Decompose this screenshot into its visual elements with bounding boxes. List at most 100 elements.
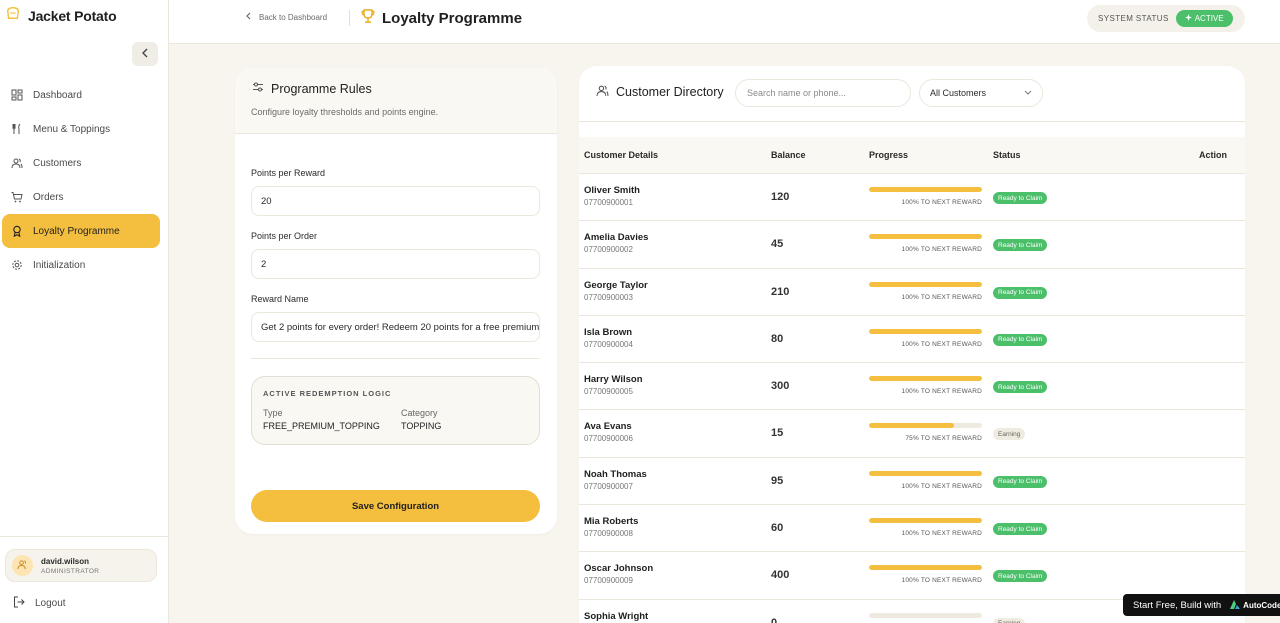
table-row[interactable]: Noah Thomas 07700900007 95 100% TO NEXT REW… (579, 458, 1245, 506)
customer-name: Noah Thomas (584, 468, 647, 480)
brand-name: Jacket Potato (28, 7, 117, 24)
search-input[interactable]: Search name or phone... (735, 79, 911, 107)
save-configuration-button[interactable]: Save Configuration (251, 490, 540, 522)
customer-filter-select[interactable]: All Customers (919, 79, 1043, 107)
sidebar-item-orders[interactable]: Orders (2, 180, 160, 214)
customer-balance: 400 (771, 569, 790, 582)
status-badge: Ready to Claim (993, 570, 1048, 583)
sidebar-item-customers[interactable]: Customers (2, 146, 160, 180)
progress-label: 100% TO NEXT REWARD (901, 199, 982, 206)
reward-name-label: Reward Name (251, 294, 309, 304)
table-row[interactable]: Ava Evans 07700900006 15 75% TO NEXT REWARD… (579, 410, 1245, 458)
reward-name-input[interactable]: Get 2 points for every order! Redeem 20 … (251, 312, 540, 342)
category-value: TOPPING (401, 421, 442, 431)
progress-bar-fill (869, 470, 982, 476)
progress-label: 100% TO NEXT REWARD (901, 388, 982, 396)
status-badge: Ready to Claim (993, 475, 1048, 488)
brand[interactable]: Jacket Potato (6, 6, 117, 25)
table-row[interactable]: Isla Brown 07700900004 80 100% TO NEXT REWA… (579, 316, 1245, 364)
sidebar-item-label: Loyalty Programme (33, 225, 120, 237)
progress-label: 75% TO NEXT REWARD (905, 435, 982, 443)
customer-phone: 07700900006 (584, 434, 633, 444)
status-badge: Ready to Claim (993, 523, 1048, 536)
system-status-value: ACTIVE (1194, 14, 1224, 23)
trophy-icon (360, 8, 376, 28)
progress-bar-fill (869, 423, 954, 429)
points-per-reward-input[interactable]: 20 (251, 186, 540, 216)
type-value: FREE_PREMIUM_TOPPING (263, 421, 380, 431)
sidebar-item-dashboard[interactable]: Dashboard (2, 78, 160, 112)
sidebar-divider (0, 536, 169, 537)
sidebar-item-menu-toppings[interactable]: Menu & Toppings (2, 112, 160, 146)
rules-divider (251, 358, 540, 359)
promo-brand-name: AutoCode (1243, 600, 1280, 610)
chevron-left-icon (245, 12, 251, 22)
sidebar-nav: Dashboard Menu & Toppings Customers Orde… (0, 78, 169, 282)
programme-rules-card: Programme Rules Configure loyalty thresh… (235, 68, 557, 534)
table-row[interactable]: George Taylor 07700900003 210 100% TO NEXT … (579, 269, 1245, 316)
customer-directory-header: Customer Directory Search name or phone.… (579, 66, 1245, 121)
table-row[interactable]: Mia Roberts 07700900008 60 100% TO NEXT REW… (579, 505, 1245, 553)
customer-balance: 60 (771, 522, 784, 535)
customer-directory-card: Customer Directory Search name or phone.… (579, 66, 1245, 623)
user-card[interactable]: david.wilson ADMINISTRATOR (5, 549, 157, 582)
progress-bar (869, 470, 982, 476)
directory-divider (579, 121, 1245, 122)
programme-rules-header: Programme Rules Configure loyalty thresh… (235, 68, 557, 134)
back-to-dashboard-link[interactable]: Back to Dashboard (245, 12, 327, 22)
progress-label: 100% TO NEXT REWARD (901, 340, 982, 348)
programme-rules-subtitle: Configure loyalty thresholds and points … (251, 107, 439, 117)
customer-name: Isla Brown (584, 326, 633, 338)
table-row[interactable]: Amelia Davies 07700900002 45 100% TO NEXT R… (579, 221, 1245, 269)
customer-name: Mia Roberts (584, 516, 639, 528)
potato-logo-icon (6, 6, 20, 25)
customer-phone: 07700900001 (584, 198, 633, 207)
progress-bar (869, 423, 982, 429)
avatar (12, 555, 33, 576)
progress-bar-fill (869, 518, 982, 524)
table-row[interactable]: Oliver Smith 07700900001 120 100% TO NEXT R… (579, 174, 1245, 222)
column-header-balance: Balance (771, 150, 806, 160)
sidebar-item-initialization[interactable]: Initialization (2, 248, 160, 282)
customer-phone: 07700900003 (584, 292, 633, 302)
status-badge: Ready to Claim (993, 381, 1048, 394)
customer-balance: 45 (771, 238, 784, 251)
table-row[interactable]: Harry Wilson 07700900005 300 100% TO NEXT R… (579, 363, 1245, 411)
status-badge: Earning (993, 617, 1026, 623)
users-icon (596, 84, 609, 100)
customer-phone: 07700900004 (584, 339, 633, 349)
progress-bar-fill (869, 328, 982, 334)
points-per-order-input[interactable]: 2 (251, 249, 540, 279)
system-status: SYSTEM STATUS ACTIVE (1087, 5, 1245, 32)
progress-label: 100% TO NEXT REWARD (901, 530, 982, 538)
page-title: Loyalty Programme (360, 8, 522, 28)
customer-name: George Taylor (584, 279, 648, 291)
customer-name: Ava Evans (584, 421, 632, 433)
customer-phone: 07700900002 (584, 245, 633, 255)
progress-label: 100% TO NEXT REWARD (901, 577, 982, 585)
progress-bar (869, 328, 982, 334)
customer-directory-title: Customer Directory (596, 84, 724, 100)
sidebar-item-label: Dashboard (33, 89, 82, 101)
progress-bar (869, 612, 982, 618)
progress-bar (869, 234, 982, 240)
table-row[interactable]: Oscar Johnson 07700900009 400 100% TO NEXT … (579, 552, 1245, 600)
sidebar-item-label: Initialization (33, 259, 86, 271)
progress-bar-fill (869, 376, 982, 382)
collapse-sidebar-button[interactable] (132, 42, 158, 66)
progress-label: 100% TO NEXT REWARD (901, 246, 982, 254)
logout-button[interactable]: Logout (13, 596, 66, 611)
progress-bar-fill (869, 187, 982, 192)
customer-name: Amelia Davies (584, 232, 649, 244)
active-redemption-logic: ACTIVE REDEMPTION LOGIC Type FREE_PREMIU… (251, 376, 540, 445)
progress-bar (869, 565, 982, 571)
programme-rules-title-text: Programme Rules (271, 81, 372, 96)
user-icon (17, 557, 28, 575)
system-status-label: SYSTEM STATUS (1098, 14, 1169, 23)
promo-banner[interactable]: Start Free, Build with AutoCode (1123, 594, 1280, 616)
points-per-order-label: Points per Order (251, 231, 318, 241)
cart-icon (10, 191, 23, 204)
sidebar-item-loyalty-programme[interactable]: Loyalty Programme (2, 214, 160, 248)
customer-balance: 0 (771, 616, 778, 623)
progress-label: 100% TO NEXT REWARD (901, 482, 982, 490)
